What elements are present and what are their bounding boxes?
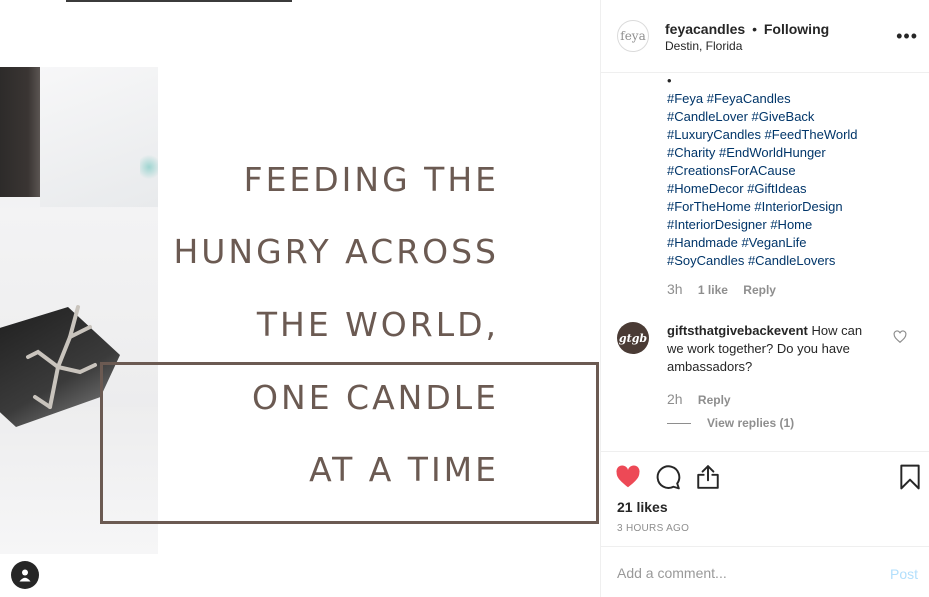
caption-time[interactable]: 3h [667, 281, 683, 297]
comment-icon[interactable] [655, 464, 681, 490]
add-comment-input[interactable] [617, 565, 867, 581]
view-replies-label: View replies (1) [707, 416, 795, 430]
hashtag-line[interactable]: #CandleLover #GiveBack [667, 108, 917, 126]
like-count[interactable]: 21 likes [617, 499, 668, 515]
share-icon[interactable] [695, 464, 721, 490]
like-comment-heart-icon[interactable] [893, 330, 907, 344]
caption-meta: 3h 1 like Reply [667, 281, 776, 297]
bookmark-icon[interactable] [897, 464, 923, 490]
hashtag-line[interactable]: #Handmade #VeganLife [667, 234, 917, 252]
hashtag-line[interactable]: #Charity #EndWorldHunger [667, 144, 917, 162]
caption-like-count[interactable]: 1 like [698, 283, 728, 297]
comment-body: giftsthatgivebackevent How can we work t… [667, 322, 882, 376]
headline-line-1: FEEDING THE [243, 160, 499, 199]
hashtag-line[interactable]: #SoyCandles #CandleLovers [667, 252, 917, 270]
post-timestamp[interactable]: 3 HOURS AGO [617, 523, 689, 534]
comment-meta: 2h Reply [667, 391, 731, 407]
username-link[interactable]: feyacandles [665, 21, 745, 37]
top-strip [0, 0, 600, 2]
person-icon [19, 569, 31, 582]
hashtag-line[interactable]: #Feya #FeyaCandles [667, 90, 917, 108]
separator-dot: • [752, 21, 757, 37]
post-comment-button[interactable]: Post [890, 566, 918, 582]
headline-line-5: AT A TIME [309, 450, 499, 489]
location-link[interactable]: Destin, Florida [665, 39, 742, 53]
add-comment-bar: Post [601, 546, 929, 597]
headline-line-3: THE WORLD, [256, 305, 499, 344]
hashtag-line[interactable]: #ForTheHome #InteriorDesign [667, 198, 917, 216]
hashtag-line[interactable]: #InteriorDesigner #Home [667, 216, 917, 234]
tagged-users-button[interactable] [11, 561, 39, 589]
caption-bullet: • [667, 73, 672, 88]
commenter-avatar[interactable]: gtgb [617, 322, 649, 354]
caption-reply-button[interactable]: Reply [743, 283, 776, 297]
more-options-icon[interactable]: ••• [896, 26, 918, 47]
headline-line-2: HUNGRY ACROSS [173, 232, 499, 271]
commenter-username[interactable]: giftsthatgivebackevent [667, 323, 808, 338]
profile-avatar[interactable]: feya [617, 20, 649, 52]
following-button[interactable]: Following [764, 21, 829, 37]
coral-decoration [26, 305, 97, 409]
post-header: feya feyacandles • Following Destin, Flo… [601, 0, 929, 73]
action-bar: 21 likes 3 HOURS AGO [601, 451, 929, 546]
hashtag-line[interactable]: #LuxuryCandles #FeedTheWorld [667, 126, 917, 144]
view-replies-rule [667, 423, 691, 425]
view-replies-button[interactable]: View replies (1) [667, 416, 794, 430]
headline-line-4: ONE CANDLE [252, 378, 499, 417]
header-user-line: feyacandles • Following [665, 21, 829, 37]
hashtag-line[interactable]: #HomeDecor #GiftIdeas [667, 180, 917, 198]
caption: • #Feya #FeyaCandles #CandleLover #GiveB… [667, 72, 917, 270]
post-media[interactable]: FEEDING THE HUNGRY ACROSS THE WORLD, ONE… [0, 0, 600, 597]
comment-reply-button[interactable]: Reply [698, 393, 731, 407]
hashtag-line[interactable]: #CreationsForACause [667, 162, 917, 180]
post-sidebar: feya feyacandles • Following Destin, Flo… [600, 0, 929, 597]
comment-time[interactable]: 2h [667, 391, 683, 407]
heart-liked-icon[interactable] [615, 464, 641, 490]
